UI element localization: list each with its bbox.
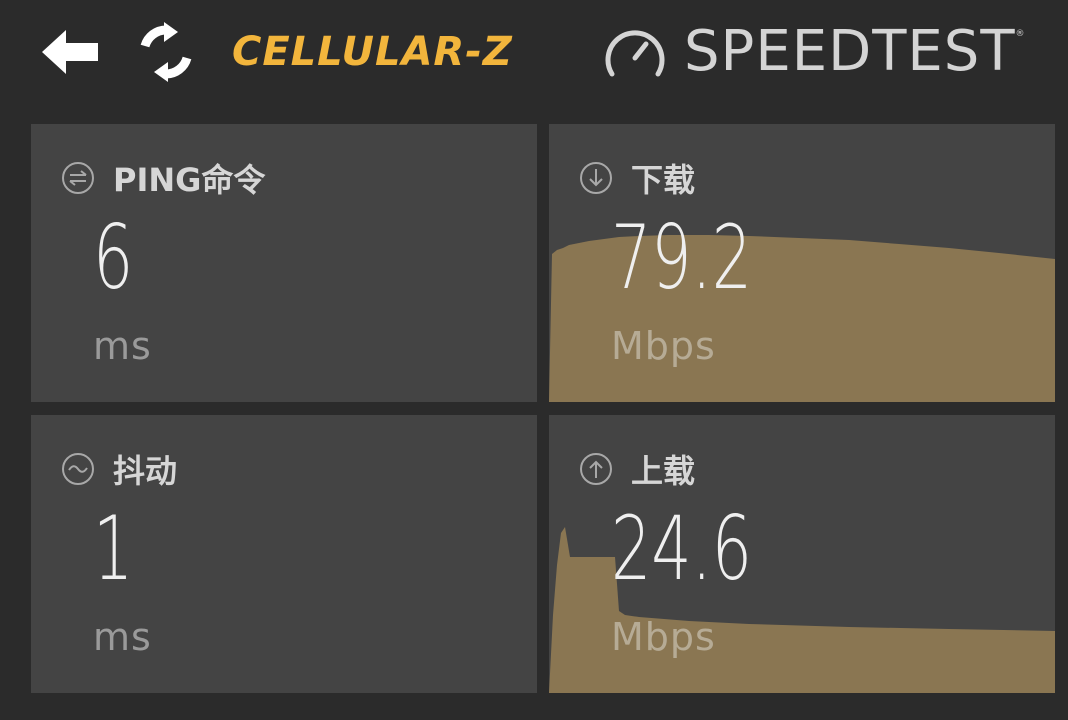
speedtest-app: CELLULAR-Z SPEEDTEST® PING命令 6 ms 下载 79.… [0,0,1068,720]
download-card-header: 下载 [579,158,696,199]
registered-mark: ® [1015,29,1026,39]
ping-unit: ms [93,324,152,368]
refresh-icon [140,22,192,82]
ping-card-header: PING命令 [61,158,266,199]
arrow-left-icon [42,30,98,74]
download-card: 下载 79.2 Mbps [549,124,1055,402]
download-title: 下载 [631,161,696,199]
refresh-button[interactable] [134,22,198,82]
speedometer-icon [602,24,668,80]
upload-title: 上载 [631,452,696,490]
upload-card-header: 上载 [579,449,696,490]
upload-value: 24.6 [611,497,753,600]
ping-icon [62,162,94,194]
ping-card: PING命令 6 ms [31,124,537,402]
upload-unit: Mbps [611,615,716,659]
back-button[interactable] [36,22,104,82]
ping-title: PING命令 [113,161,266,199]
jitter-value: 1 [93,497,134,600]
jitter-card-header: 抖动 [61,449,178,490]
download-unit: Mbps [611,324,716,368]
brand-logo: CELLULAR-Z [232,29,513,75]
jitter-title: 抖动 [113,452,178,490]
jitter-card: 抖动 1 ms [31,415,537,693]
speedtest-label: SPEEDTEST [684,19,1016,84]
upload-icon [580,453,612,485]
download-icon [580,162,612,194]
jitter-unit: ms [93,615,152,659]
header: CELLULAR-Z SPEEDTEST® [0,0,1068,110]
speedtest-logo: SPEEDTEST® [684,18,1026,86]
jitter-icon [62,453,94,485]
upload-card: 上载 24.6 Mbps [549,415,1055,693]
ping-value: 6 [93,206,134,309]
download-value: 79.2 [611,206,753,309]
